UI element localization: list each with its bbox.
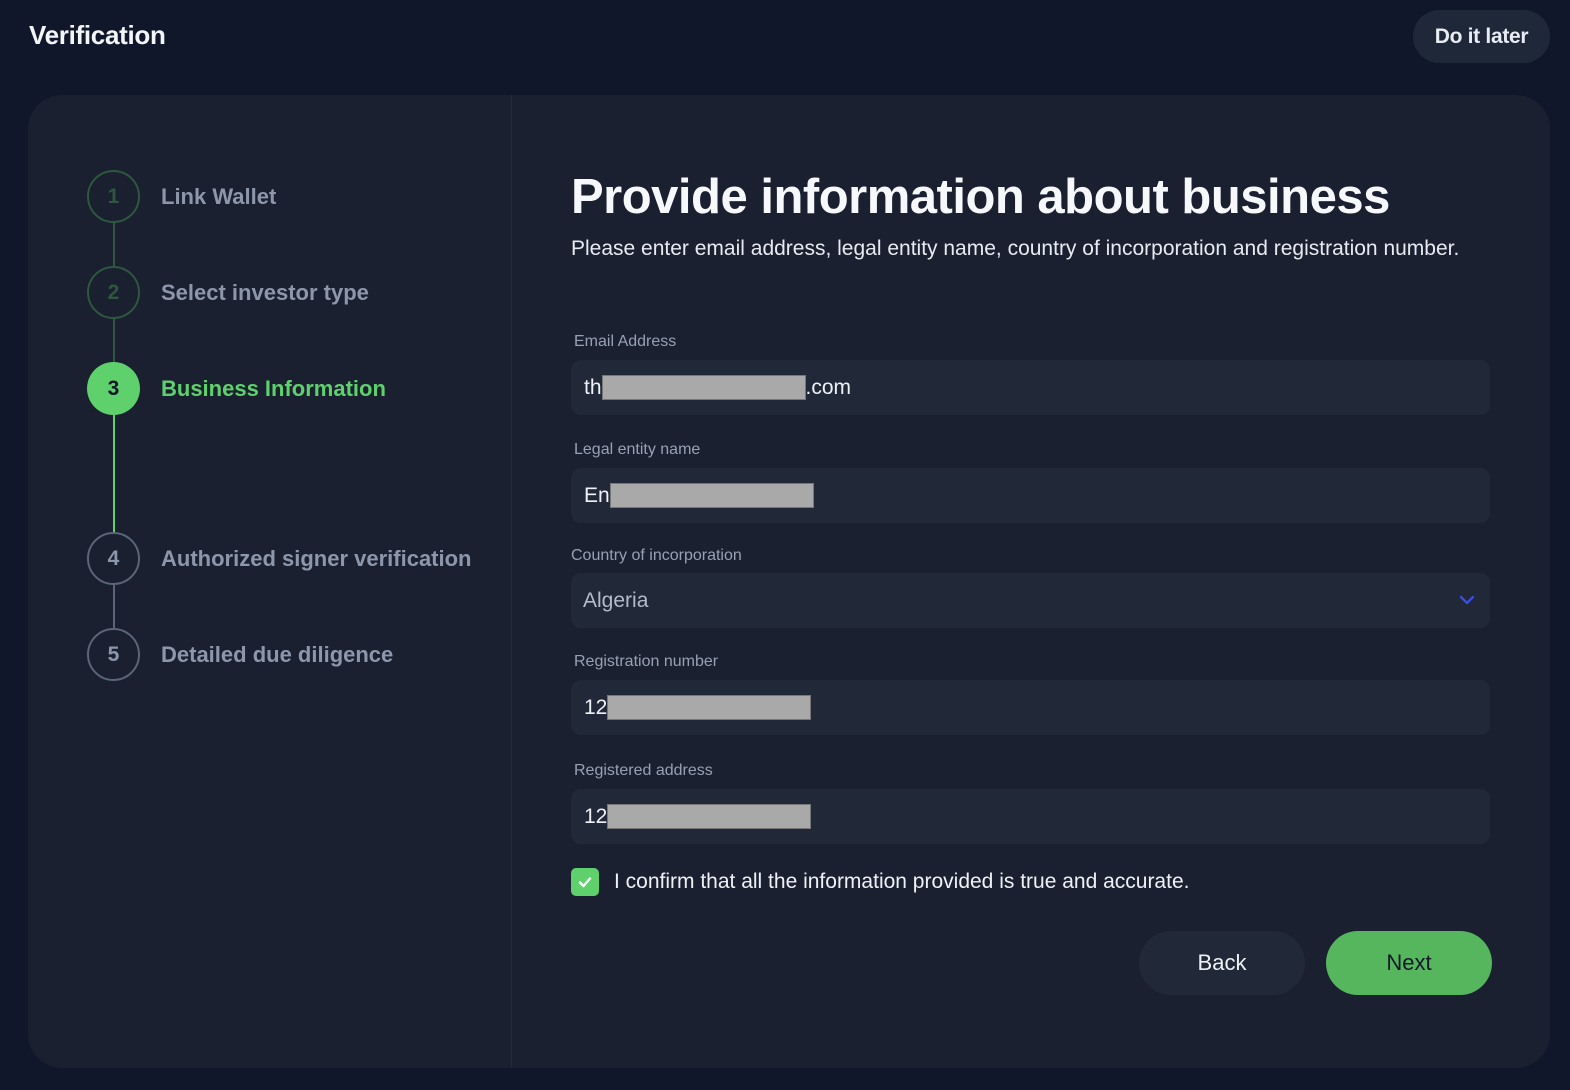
registered-address-value-prefix: 12 bbox=[584, 804, 608, 828]
legal-entity-name-field[interactable]: En bbox=[571, 468, 1490, 523]
back-button[interactable]: Back bbox=[1139, 931, 1305, 995]
email-label: Email Address bbox=[574, 333, 677, 350]
panel-divider bbox=[511, 95, 512, 1068]
step-number: 5 bbox=[87, 628, 140, 681]
country-select[interactable]: Algeria bbox=[571, 573, 1490, 628]
step-number: 2 bbox=[87, 266, 140, 319]
redacted-block bbox=[609, 483, 814, 508]
step-connector bbox=[113, 415, 115, 533]
step-label: Detailed due diligence bbox=[161, 641, 394, 667]
registration-number-field[interactable]: 12 bbox=[571, 680, 1490, 735]
registration-number-label: Registration number bbox=[574, 653, 719, 670]
step-label: Business Information bbox=[161, 375, 386, 401]
do-it-later-button[interactable]: Do it later bbox=[1413, 10, 1550, 63]
form-header: Provide information about business Pleas… bbox=[571, 167, 1491, 265]
next-button[interactable]: Next bbox=[1326, 931, 1492, 995]
confirm-checkbox[interactable] bbox=[571, 868, 599, 896]
step-number: 1 bbox=[87, 170, 140, 223]
step-number: 4 bbox=[87, 532, 140, 585]
step-connector bbox=[113, 223, 115, 266]
redacted-block bbox=[607, 804, 812, 829]
step-label: Authorized signer verification bbox=[161, 545, 472, 571]
registration-number-value-prefix: 12 bbox=[584, 695, 608, 719]
step-label: Select investor type bbox=[161, 279, 369, 305]
step-number: 3 bbox=[87, 362, 140, 415]
legal-entity-value-prefix: En bbox=[584, 483, 610, 507]
legal-entity-label: Legal entity name bbox=[574, 441, 701, 458]
registered-address-field[interactable]: 12 bbox=[571, 789, 1490, 844]
email-field[interactable]: th .com bbox=[571, 360, 1490, 415]
step-business-information[interactable]: 3 Business Information bbox=[87, 362, 386, 415]
confirm-row: I confirm that all the information provi… bbox=[571, 868, 1189, 896]
page-description: Please enter email address, legal entity… bbox=[571, 237, 1460, 260]
registered-address-label: Registered address bbox=[574, 762, 713, 779]
country-value: Algeria bbox=[583, 588, 649, 612]
page-title: Provide information about business bbox=[571, 170, 1390, 224]
step-connector bbox=[113, 319, 115, 362]
step-authorized-signer-verification: 4 Authorized signer verification bbox=[87, 532, 472, 585]
check-icon bbox=[578, 877, 592, 888]
email-value-prefix: th bbox=[584, 375, 602, 399]
redacted-block bbox=[601, 375, 806, 400]
step-select-investor-type[interactable]: 2 Select investor type bbox=[87, 266, 369, 319]
step-detailed-due-diligence: 5 Detailed due diligence bbox=[87, 628, 393, 681]
step-link-wallet[interactable]: 1 Link Wallet bbox=[87, 170, 276, 223]
country-label: Country of incorporation bbox=[571, 547, 742, 564]
verification-card: 1 Link Wallet 2 Select investor type 3 B… bbox=[28, 95, 1550, 1068]
chevron-down-icon bbox=[1459, 595, 1475, 605]
confirm-label[interactable]: I confirm that all the information provi… bbox=[614, 870, 1189, 894]
email-value-suffix: .com bbox=[805, 375, 852, 399]
app-title: Verification bbox=[29, 20, 166, 50]
step-connector bbox=[113, 585, 115, 628]
redacted-block bbox=[607, 695, 812, 720]
step-label: Link Wallet bbox=[161, 183, 277, 209]
